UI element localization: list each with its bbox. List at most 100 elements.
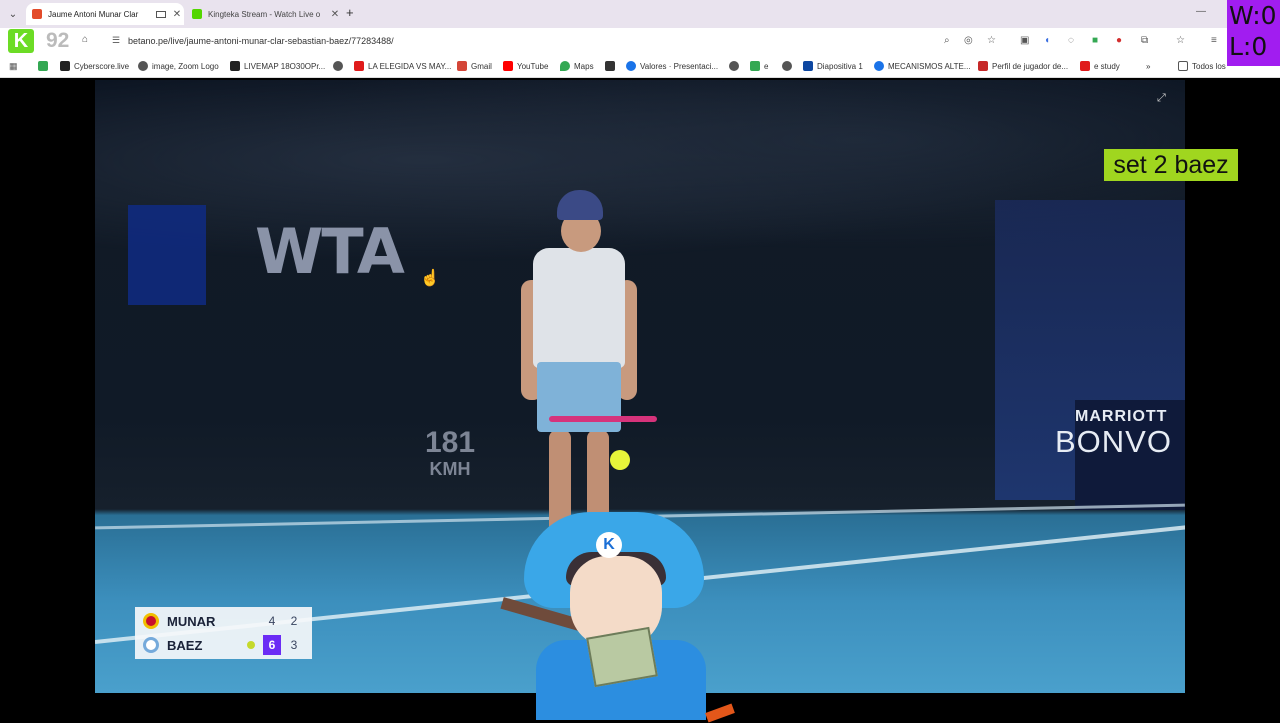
tab-betano[interactable]: Jaume Antoni Munar Clar ✕ — [26, 3, 184, 25]
minimize-icon[interactable]: — — [1196, 6, 1206, 17]
bookmark-icon — [874, 61, 884, 71]
bookmark-icon — [750, 61, 760, 71]
bookmark-label: MECANISMOS ALTE... — [888, 61, 971, 71]
losses-count: L:0 — [1229, 32, 1268, 61]
bookmark-item[interactable]: MECANISMOS ALTE... — [874, 60, 971, 72]
set-score: 2 — [290, 614, 298, 628]
tab-kingteka[interactable]: Kingteka Stream - Watch Live o ✕ — [186, 3, 342, 25]
serve-speed-unit: KMH — [429, 459, 471, 479]
bookmark-label: e study — [1094, 61, 1120, 71]
tab-search-icon[interactable]: ⌄ — [4, 5, 22, 23]
folder-icon — [1178, 61, 1188, 71]
bookmark-label: Perfil de jugador de... — [992, 61, 1069, 71]
hand-cursor-icon: ☝ — [420, 270, 440, 287]
close-tab-icon[interactable]: ✕ — [328, 9, 342, 20]
bookmark-icon — [60, 61, 70, 71]
bookmark-star-icon[interactable]: ☆ — [987, 35, 996, 46]
bookmark-item[interactable] — [605, 60, 619, 72]
score-row-munar: MUNAR 4 2 — [135, 609, 312, 633]
bookmarks-more-label: » — [1146, 61, 1151, 71]
bookmark-icon — [230, 61, 240, 71]
spain-flag-icon — [143, 613, 159, 629]
menu-icon[interactable]: ≡ — [1211, 35, 1217, 46]
set-score-won: 6 — [263, 635, 281, 655]
player-shirt — [533, 248, 625, 368]
extension-icon[interactable]: ■ — [1092, 35, 1098, 46]
bookmark-icon — [38, 61, 48, 71]
bookmark-item[interactable]: Gmail — [457, 60, 492, 72]
bookmark-label: Cyberscore.live — [74, 61, 130, 71]
score-row-baez: BAEZ 6 3 — [135, 633, 312, 657]
tab-title: Jaume Antoni Munar Clar — [48, 9, 139, 19]
bookmark-label: Valores · Presentaci... — [640, 61, 719, 71]
home-icon[interactable]: ⌂ — [82, 34, 88, 45]
extension-icon[interactable]: ◖ — [1044, 35, 1050, 46]
bookmark-item[interactable] — [38, 60, 52, 72]
player-name: BAEZ — [167, 637, 203, 653]
bookmark-item[interactable]: LIVEMAP 18O30OPr... — [230, 60, 325, 72]
bookmark-label: Gmail — [471, 61, 492, 71]
k-count: 92 — [46, 29, 70, 52]
address-bar[interactable]: betano.pe/live/jaume-antoni-munar-clar-s… — [128, 36, 394, 46]
bookmark-item[interactable]: Cyberscore.live — [60, 60, 129, 72]
streamer-avatar: K — [500, 512, 740, 723]
new-tab-button[interactable]: + — [346, 5, 354, 20]
close-tab-icon[interactable]: ✕ — [170, 9, 184, 20]
bookmark-item[interactable]: image, Zoom Logo — [138, 60, 219, 72]
serve-speed: 181 KMH — [425, 428, 475, 482]
bookmark-label: YouTube — [517, 61, 549, 71]
wta-banner: WTA — [255, 215, 405, 288]
extension-icon[interactable]: ◌ — [1068, 35, 1074, 46]
all-bookmarks-label: Todos los — [1192, 61, 1226, 71]
set-score: 4 — [268, 614, 276, 628]
maps-icon — [560, 61, 570, 71]
bookmark-item[interactable]: e study — [1080, 60, 1120, 72]
bookmark-item[interactable]: LA ELEGIDA VS MAY... — [354, 60, 451, 72]
eye-off-icon[interactable]: ◎ — [964, 35, 973, 46]
site-info-icon[interactable]: ☰ — [112, 35, 120, 46]
extension-icon[interactable]: ▣ — [1020, 35, 1029, 46]
set-score: 3 — [290, 638, 298, 652]
bookmark-item[interactable]: Maps — [560, 60, 594, 72]
scoreboard: MUNAR 4 2 BAEZ 6 3 — [135, 607, 312, 659]
gmail-icon — [457, 61, 467, 71]
hat-logo: K — [596, 532, 622, 558]
serve-speed-value: 181 — [425, 426, 476, 459]
bookmark-label: LIVEMAP 18O30OPr... — [244, 61, 326, 71]
globe-icon — [782, 61, 792, 71]
bookmark-icon — [138, 61, 148, 71]
tab-strip: ⌄ Jaume Antoni Munar Clar ✕ Kingteka Str… — [0, 0, 1280, 28]
all-bookmarks-button[interactable]: Todos los — [1178, 60, 1226, 72]
bookmark-item[interactable]: Diapositiva 1 — [803, 60, 863, 72]
stream-note: set 2 baez — [1104, 149, 1238, 181]
apps-icon[interactable]: ▦ — [9, 61, 18, 72]
bookmark-item[interactable]: YouTube — [503, 60, 548, 72]
blue-banner — [128, 205, 206, 305]
zoom-icon[interactable]: ⌕ — [944, 35, 950, 46]
globe-icon — [333, 61, 343, 71]
bookmark-label: Diapositiva 1 — [817, 61, 863, 71]
argentina-flag-icon — [143, 637, 159, 653]
bookmark-item[interactable] — [333, 60, 347, 72]
bookmark-item[interactable]: e — [750, 60, 768, 72]
kingteka-favicon-icon — [192, 9, 202, 19]
bookmark-icon — [626, 61, 636, 71]
bookmark-item[interactable] — [729, 60, 743, 72]
puzzle-icon[interactable]: ⧉ — [1141, 35, 1148, 46]
bookmark-icon — [978, 61, 988, 71]
tab-media-icon — [156, 10, 166, 18]
bookmark-item[interactable] — [782, 60, 796, 72]
bookmark-item[interactable]: Perfil de jugador de... — [978, 60, 1068, 72]
extension-icon[interactable]: ● — [1116, 35, 1122, 46]
wins-count: W:0 — [1229, 1, 1277, 30]
tab-title: Kingteka Stream - Watch Live o — [208, 9, 321, 19]
bookmark-label: image, Zoom Logo — [152, 61, 219, 71]
bookmark-item[interactable]: Valores · Presentaci... — [626, 60, 718, 72]
bookmark-label: LA ELEGIDA VS MAY... — [368, 61, 452, 71]
player-cap — [557, 190, 603, 220]
bookmark-icon — [605, 61, 615, 71]
betano-favicon-icon — [32, 9, 42, 19]
bookmarks-more-button[interactable]: » — [1146, 60, 1150, 72]
fullscreen-icon[interactable]: ⤢ — [1157, 92, 1166, 105]
bookmarks-star-icon[interactable]: ☆ — [1176, 35, 1185, 46]
